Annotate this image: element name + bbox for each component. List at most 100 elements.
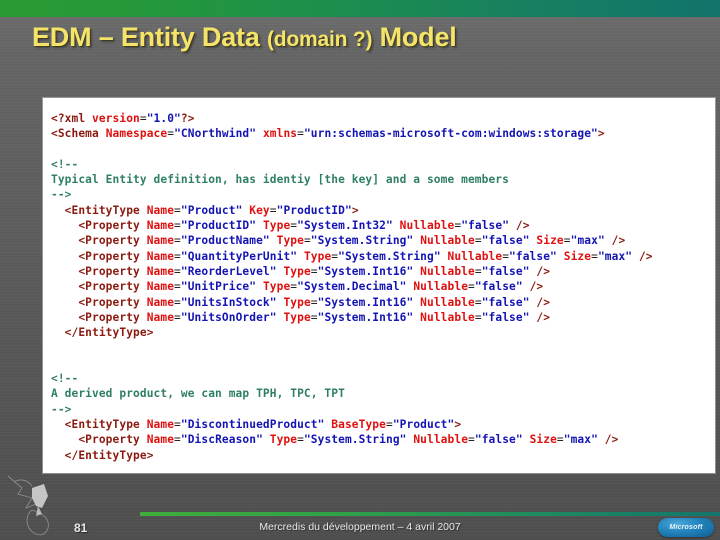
code-token-eq: =: [563, 234, 571, 248]
code-token-pln: [256, 127, 263, 140]
code-token-cmt: <!--: [51, 372, 79, 386]
code-token-eq: =: [174, 310, 181, 324]
code-token-val: "System.String": [310, 234, 414, 248]
code-token-tag: />: [522, 280, 544, 294]
xml-code-block[interactable]: <?xml version="1.0"?> <Schema Namespace="…: [51, 111, 653, 473]
code-token-att: xmlns: [262, 127, 298, 141]
microsoft-logo: Microsoft: [658, 518, 714, 537]
code-token-eq: =: [174, 203, 181, 217]
code-token-pi: ?>: [180, 112, 195, 125]
code-token-val: "urn:schemas-microsoft-com:windows:stora…: [303, 127, 598, 141]
code-token-tag: <Property: [51, 249, 147, 263]
code-line: <Property Name="UnitsOnOrder" Type="Syst…: [51, 310, 653, 325]
code-token-val: "System.String": [338, 249, 441, 263]
code-token-pln: [557, 250, 564, 263]
code-token-cmt: -->: [51, 188, 72, 202]
code-line: <Property Name="UnitPrice" Type="System.…: [51, 279, 653, 294]
microsoft-logo-label: Microsoft: [669, 524, 703, 531]
code-token-att: Type: [276, 234, 304, 248]
code-panel: <?xml version="1.0"?> <Schema Namespace="…: [43, 98, 715, 473]
code-token-att: Name: [146, 264, 175, 278]
code-token-val: "false": [481, 295, 530, 309]
code-token-att: Nullable: [420, 234, 475, 248]
code-token-val: "System.Int32": [297, 219, 393, 233]
code-token-val: "false": [474, 280, 523, 294]
code-token-eq: =: [297, 433, 304, 447]
code-token-val: "CNorthwind": [174, 127, 257, 141]
code-token-tag: <Property: [51, 310, 147, 324]
code-token-tag: />: [509, 219, 530, 233]
code-token-att: Nullable: [413, 280, 469, 294]
code-token-val: "false": [474, 433, 523, 447]
code-token-val: "false": [481, 310, 530, 324]
code-token-pln: [441, 250, 448, 263]
code-token-val: "System.Int16": [317, 295, 414, 309]
code-token-att: Name: [146, 234, 175, 248]
code-line: <Property Name="QuantityPerUnit" Type="S…: [51, 249, 653, 264]
code-token-eq: =: [474, 264, 482, 278]
code-token-eq: =: [474, 295, 482, 309]
page-title: EDM – Entity Data (domain ?) Model: [32, 22, 692, 62]
code-token-tag: >: [351, 203, 359, 217]
code-token-att: Size: [529, 433, 557, 447]
code-token-tag: />: [529, 310, 551, 324]
code-token-att: Name: [146, 203, 175, 217]
code-token-att: Key: [249, 203, 270, 217]
code-token-att: Type: [262, 219, 291, 233]
code-token-eq: =: [474, 234, 482, 248]
code-line: </EntityType>: [51, 448, 653, 463]
code-token-tag: <Property: [51, 280, 147, 294]
code-token-eq: =: [174, 264, 181, 278]
code-token-val: "ProductID": [276, 203, 352, 217]
code-line: <Schema Namespace="CNorthwind" xmlns="ur…: [51, 126, 653, 141]
code-token-val: "ReorderLevel": [180, 264, 277, 278]
code-line: Typical Entity definition, has identiy […: [51, 172, 653, 187]
code-token-pln: [256, 219, 263, 232]
code-line: -->: [51, 187, 653, 202]
code-token-att: BaseType: [331, 417, 386, 431]
code-line: </EntityType>: [51, 325, 653, 340]
page-title-qualifier: (domain ?): [266, 28, 373, 51]
code-token-eq: =: [174, 219, 181, 233]
code-token-pln: [393, 219, 400, 232]
code-line: <?xml version="1.0"?>: [51, 111, 653, 126]
code-token-cmt: Typical Entity definition, has identiy […: [51, 173, 509, 187]
code-token-tag: />: [597, 433, 619, 447]
code-token-att: Namespace: [105, 127, 168, 141]
code-token-val: "System.String": [303, 433, 407, 447]
code-token-att: Nullable: [420, 295, 475, 309]
code-token-att: Name: [146, 280, 175, 294]
code-token-tag: <Property: [51, 295, 147, 309]
code-token-eq: =: [556, 433, 564, 447]
code-token-tag: >: [454, 417, 462, 431]
code-token-att: Type: [303, 249, 332, 263]
code-token-val: "System.Int16": [317, 310, 414, 324]
code-token-att: Type: [283, 295, 311, 309]
code-token-att: Nullable: [447, 249, 503, 263]
code-line: <!--: [51, 371, 653, 386]
code-token-tag: </EntityType>: [51, 326, 154, 340]
footer-note: Mercredis du développement – 4 avril 200…: [259, 521, 461, 533]
code-token-att: Name: [146, 295, 175, 309]
code-token-val: "ProductName": [180, 234, 270, 248]
code-token-eq: =: [310, 295, 318, 309]
code-token-pln: [256, 280, 263, 293]
code-token-val: "max": [597, 249, 633, 263]
code-token-pln: [297, 250, 304, 263]
code-token-eq: =: [174, 280, 181, 294]
code-line: -->: [51, 402, 653, 417]
code-line: <Property Name="ReorderLevel" Type="Syst…: [51, 264, 653, 279]
code-token-val: "max": [570, 234, 605, 248]
code-token-att: Size: [536, 234, 564, 248]
code-token-eq: =: [310, 310, 318, 324]
code-line: A derived product, we can map TPH, TPC, …: [51, 386, 653, 401]
code-token-tag: />: [529, 264, 551, 278]
code-token-val: "UnitsOnOrder": [180, 310, 277, 324]
code-token-val: "false": [509, 249, 557, 263]
presentation-slide: EDM – Entity Data (domain ?) Model <?xml…: [0, 0, 720, 540]
code-token-cmt: <!--: [51, 157, 79, 171]
code-token-att: Nullable: [399, 219, 455, 233]
code-token-eq: =: [468, 280, 475, 294]
